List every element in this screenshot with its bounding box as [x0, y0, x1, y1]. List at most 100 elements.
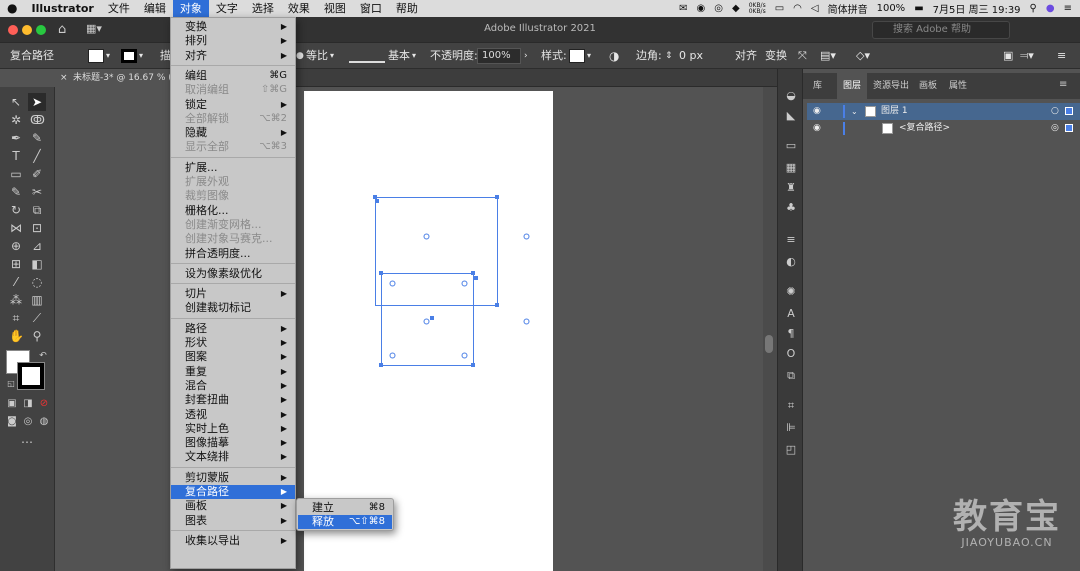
object-menu-item[interactable]: 重复 ▶ [171, 365, 295, 379]
object-menu-item[interactable]: 剪切蒙版 ▶ [171, 471, 295, 485]
draw-behind-icon[interactable]: ◎ [21, 415, 35, 429]
pathfinder-panel-icon[interactable]: ⌗ [784, 399, 798, 413]
menu-effect[interactable]: 效果 [281, 0, 317, 17]
brush-dropdown-icon[interactable]: ▾ [412, 43, 416, 69]
gradient-panel-icon[interactable]: ▭ [784, 139, 798, 153]
symbol-sprayer-tool-icon[interactable]: ⁂ [9, 293, 23, 307]
graphic-style-swatch[interactable] [569, 49, 585, 63]
pen-tool-icon[interactable]: ✒ [9, 131, 23, 145]
clock[interactable]: 7月5日 周三 19:39 [933, 1, 1021, 16]
align-panel-icon[interactable]: ⊫ [784, 421, 798, 435]
status-app-icon-3[interactable]: ◆ [732, 3, 740, 14]
direct-selection-tool-icon[interactable]: ➤ [28, 93, 46, 111]
isolate-icon[interactable]: ⤧ [798, 43, 807, 69]
object-menu-item[interactable]: 创建裁切标记 [171, 301, 295, 315]
object-menu-item[interactable]: 复合路径 ▶ [171, 485, 295, 499]
spotlight-icon[interactable]: ⚲ [1030, 3, 1037, 14]
vertical-scrollbar[interactable] [763, 87, 777, 571]
opacity-field[interactable]: 100% [477, 48, 521, 64]
object-menu-item[interactable]: 收集以导出 ▶ [171, 534, 295, 548]
scissors-tool-icon[interactable]: ✂ [30, 185, 44, 199]
selection-indicator[interactable] [1065, 107, 1073, 115]
compound-path-shape-back[interactable] [375, 197, 498, 306]
scale-tool-icon[interactable]: ⧉ [30, 203, 44, 217]
appearance-panel-icon[interactable]: ◒ [784, 89, 798, 103]
blend-tool-icon[interactable]: ◌ [30, 275, 44, 289]
app-menu[interactable]: Illustrator [24, 0, 100, 17]
gradient-mode-icon[interactable]: ◨ [21, 397, 35, 411]
wifi-icon[interactable]: ◠ [793, 3, 802, 14]
object-menu-item[interactable]: 编组 ⌘G [171, 69, 295, 83]
tab-layers[interactable]: 图层 [837, 73, 868, 99]
control-menu-icon[interactable]: ≡ [1057, 43, 1066, 69]
object-menu-item[interactable]: 文本绕排 ▶ [171, 450, 295, 464]
paragraph-panel-icon[interactable]: ¶ [784, 327, 798, 341]
recolor-artwork-icon[interactable]: ◑ [609, 43, 619, 69]
color-guide-panel-icon[interactable]: ✺ [784, 285, 798, 299]
object-menu-item[interactable]: 扩展... [171, 161, 295, 175]
transform-button[interactable]: 变换 [765, 43, 787, 69]
shape-builder-tool-icon[interactable]: ⊕ [9, 239, 23, 253]
object-menu-item[interactable]: 实时上色 ▶ [171, 422, 295, 436]
compound-make-item[interactable]: 建立 ⌘8 [298, 501, 392, 515]
corner-stepper-icon[interactable]: ⇕ [665, 43, 673, 69]
object-menu-item[interactable]: 切片 ▶ [171, 287, 295, 301]
object-name[interactable]: <复合路径> [899, 120, 950, 137]
slice-tool-icon[interactable]: ⟋ [30, 311, 44, 325]
draw-inside-icon[interactable]: ◍ [37, 415, 51, 429]
none-mode-icon[interactable]: ⊘ [37, 397, 51, 411]
object-menu-item[interactable]: 路径 ▶ [171, 322, 295, 336]
draw-normal-icon[interactable]: ◙ [5, 415, 19, 429]
object-menu-item[interactable]: 混合 ▶ [171, 379, 295, 393]
siri-icon[interactable]: ● [1046, 3, 1055, 14]
object-menu-item[interactable]: 设为像素级优化 [171, 267, 295, 281]
opacity-label[interactable]: 不透明度: [430, 43, 478, 69]
column-graph-tool-icon[interactable]: ▥ [30, 293, 44, 307]
width-tool-icon[interactable]: ⋈ [9, 221, 23, 235]
menu-edit[interactable]: 编辑 [137, 0, 173, 17]
menu-file[interactable]: 文件 [101, 0, 137, 17]
graphic-styles-panel-icon[interactable]: ◣ [784, 109, 798, 123]
curvature-tool-icon[interactable]: ✎ [30, 131, 44, 145]
width-profile-label[interactable]: 等比 [306, 43, 328, 69]
canvas-area[interactable] [55, 87, 777, 571]
battery-icon[interactable]: ▬ [914, 3, 923, 14]
status-app-icon[interactable]: ◉ [697, 3, 706, 14]
object-menu-item[interactable]: 隐藏 ▶ [171, 126, 295, 140]
object-menu-item[interactable]: 锁定 ▶ [171, 98, 295, 112]
layers-alt-panel-icon[interactable]: ◰ [784, 443, 798, 457]
input-method[interactable]: 简体拼音 [828, 1, 868, 16]
eyedropper-tool-icon[interactable]: ⁄ [9, 275, 23, 289]
mesh-tool-icon[interactable]: ⊞ [9, 257, 23, 271]
magic-wand-tool-icon[interactable]: ✲ [9, 113, 23, 127]
paintbrush-tool-icon[interactable]: ✐ [30, 167, 44, 181]
character-panel-icon[interactable]: A [784, 307, 798, 321]
tab-libraries[interactable]: 库 [807, 73, 828, 99]
document-tab[interactable]: × 未标题-3* @ 16.67 % (RG [55, 69, 173, 87]
fill-swatch[interactable] [88, 49, 104, 63]
stroke-color-box[interactable] [17, 362, 45, 390]
expand-chevron-icon[interactable]: ⌄ [851, 103, 858, 120]
panel-arrange-icon[interactable]: ⫤▾ [1020, 43, 1034, 69]
volume-icon[interactable]: ◁ [811, 3, 819, 14]
scrollbar-thumb[interactable] [765, 335, 773, 353]
apple-menu-icon[interactable]: ● [0, 0, 24, 17]
object-menu-item[interactable]: 栅格化... [171, 204, 295, 218]
gradient-tool-icon[interactable]: ◧ [30, 257, 44, 271]
layer-row-layer-1[interactable]: ◉ ⌄ 图层 1 ○ [807, 103, 1080, 120]
target-circle-icon[interactable]: ○ [1051, 103, 1059, 120]
brushes-panel-icon[interactable]: ♜ [784, 181, 798, 195]
perspective-grid-tool-icon[interactable]: ⊿ [30, 239, 44, 253]
object-menu-item[interactable]: 图案 ▶ [171, 350, 295, 364]
zoom-tool-icon[interactable]: ⚲ [30, 329, 44, 343]
visibility-eye-icon[interactable]: ◉ [813, 103, 821, 120]
layer-row-compound-path[interactable]: ◉ <复合路径> ◎ [807, 120, 1080, 137]
document-setup-icon[interactable]: ▣ [1003, 43, 1013, 69]
corner-widgets[interactable] [389, 233, 530, 359]
control-center-icon[interactable]: ≡ [1064, 3, 1072, 14]
object-menu-item[interactable]: 封套扭曲 ▶ [171, 393, 295, 407]
menu-help[interactable]: 帮助 [389, 0, 425, 17]
close-tab-icon[interactable]: × [60, 69, 68, 87]
compound-release-item[interactable]: 释放 ⌥⇧⌘8 [298, 515, 392, 529]
object-menu-item[interactable]: 透视 ▶ [171, 408, 295, 422]
